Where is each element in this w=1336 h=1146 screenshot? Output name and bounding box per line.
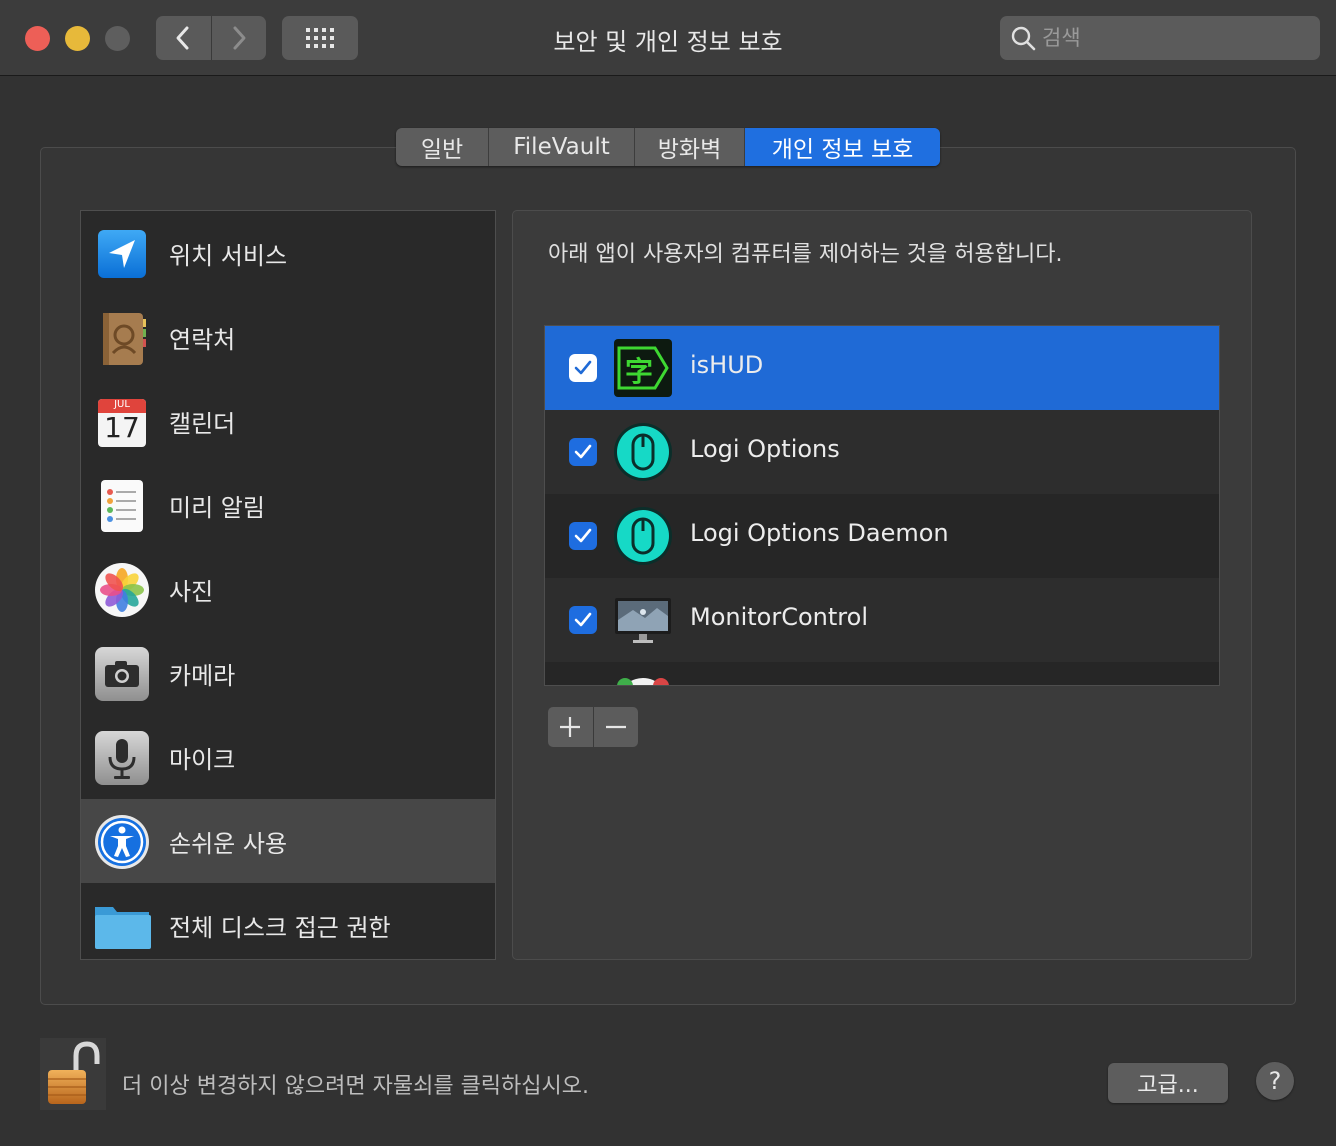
search-icon bbox=[1011, 26, 1036, 51]
accessibility-icon bbox=[95, 815, 149, 869]
location-arrow-icon bbox=[98, 230, 146, 278]
sidebar-item-label: 위치 서비스 bbox=[169, 241, 288, 270]
search-field[interactable] bbox=[1000, 16, 1320, 60]
contacts-book-icon bbox=[103, 313, 146, 365]
logi-options-checkbox[interactable] bbox=[569, 438, 597, 466]
sidebar-item-full-disk-access[interactable]: 전체 디스크 접근 권한 bbox=[81, 883, 495, 959]
app-label: Logi Options bbox=[690, 435, 840, 463]
app-permission-list[interactable]: 字 isHUD Logi Options Logi Options Daemon bbox=[544, 325, 1220, 686]
list-item-logi-options[interactable]: Logi Options bbox=[545, 410, 1219, 494]
checkmark-icon bbox=[574, 612, 592, 627]
list-item-partial[interactable] bbox=[545, 662, 1219, 685]
sidebar-item-label: 캘린더 bbox=[169, 409, 236, 438]
sidebar-item-photos[interactable]: 사진 bbox=[81, 547, 495, 631]
app-label: isHUD bbox=[690, 351, 764, 379]
sidebar-item-label: 연락처 bbox=[169, 325, 236, 354]
sidebar-item-label: 마이크 bbox=[169, 745, 236, 774]
add-remove-buttons bbox=[548, 707, 638, 747]
sidebar-item-label: 사진 bbox=[169, 577, 214, 606]
logi-mouse-icon bbox=[614, 507, 672, 565]
tab-general[interactable]: 일반 bbox=[396, 128, 488, 166]
add-app-button[interactable] bbox=[548, 707, 593, 747]
sidebar-item-location[interactable]: 위치 서비스 bbox=[81, 211, 495, 295]
tab-firewall[interactable]: 방화벽 bbox=[634, 128, 744, 166]
sidebar-item-label: 미리 알림 bbox=[169, 493, 265, 522]
app-icon bbox=[617, 678, 669, 685]
sidebar-item-camera[interactable]: 카메라 bbox=[81, 631, 495, 715]
minus-icon bbox=[605, 725, 626, 729]
list-item-ishud[interactable]: 字 isHUD bbox=[545, 326, 1219, 410]
lock-icon[interactable] bbox=[40, 1038, 106, 1110]
advanced-button[interactable]: 고급... bbox=[1108, 1063, 1228, 1103]
remove-app-button[interactable] bbox=[592, 707, 639, 747]
title-bar: 보안 및 개인 정보 보호 bbox=[0, 0, 1336, 76]
monitorcontrol-checkbox[interactable] bbox=[569, 606, 597, 634]
tab-privacy[interactable]: 개인 정보 보호 bbox=[744, 128, 940, 166]
privacy-category-list: 위치 서비스 연락처 JUL 17 캘린더 미리 알림 사진 카메라 마이크 손… bbox=[80, 210, 496, 960]
plus-icon bbox=[560, 717, 581, 737]
sidebar-item-contacts[interactable]: 연락처 bbox=[81, 295, 495, 379]
reminders-icon bbox=[101, 480, 143, 532]
logi-options-daemon-checkbox[interactable] bbox=[569, 522, 597, 550]
sidebar-item-accessibility[interactable]: 손쉬운 사용 bbox=[81, 799, 495, 883]
help-button[interactable]: ? bbox=[1256, 1062, 1294, 1100]
checkmark-icon bbox=[574, 528, 592, 543]
monitor-icon bbox=[615, 598, 671, 643]
folder-icon bbox=[95, 907, 151, 949]
ishud-checkbox[interactable] bbox=[569, 354, 597, 382]
app-label: Logi Options Daemon bbox=[690, 519, 949, 547]
sidebar-item-reminders[interactable]: 미리 알림 bbox=[81, 463, 495, 547]
lock-status-text: 더 이상 변경하지 않으려면 자물쇠를 클릭하십시오. bbox=[122, 1074, 590, 1099]
photos-flower-icon bbox=[95, 563, 149, 617]
search-input[interactable] bbox=[1042, 26, 1302, 50]
app-label: MonitorControl bbox=[690, 603, 868, 631]
microphone-icon bbox=[95, 731, 149, 785]
calendar-month: JUL bbox=[114, 399, 130, 410]
tab-bar: 일반 FileVault 방화벽 개인 정보 보호 bbox=[396, 128, 940, 166]
calendar-day: 17 bbox=[104, 411, 140, 444]
checkmark-icon bbox=[574, 360, 592, 375]
list-item-logi-options-daemon[interactable]: Logi Options Daemon bbox=[545, 494, 1219, 578]
sidebar-item-calendar[interactable]: JUL 17 캘린더 bbox=[81, 379, 495, 463]
sidebar-item-label: 손쉬운 사용 bbox=[169, 829, 288, 858]
sidebar-item-microphone[interactable]: 마이크 bbox=[81, 715, 495, 799]
sidebar-item-label: 전체 디스크 접근 권한 bbox=[169, 913, 391, 942]
sidebar-item-label: 카메라 bbox=[169, 661, 236, 690]
permission-description: 아래 앱이 사용자의 컴퓨터를 제어하는 것을 허용합니다. bbox=[548, 242, 1063, 267]
camera-icon bbox=[95, 647, 149, 701]
list-item-monitorcontrol[interactable]: MonitorControl bbox=[545, 578, 1219, 662]
ishud-glyph: 字 bbox=[625, 355, 654, 388]
checkmark-icon bbox=[574, 444, 592, 459]
logi-mouse-icon bbox=[614, 423, 672, 481]
tab-filevault[interactable]: FileVault bbox=[488, 128, 634, 166]
